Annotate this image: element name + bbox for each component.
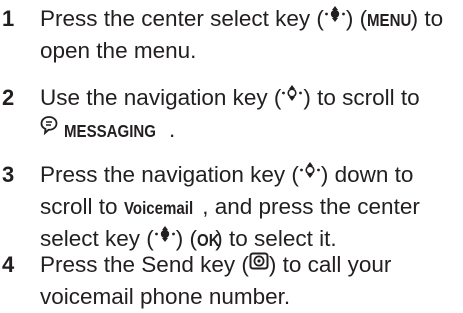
step-line: open the menu. [40, 35, 463, 67]
text-run: ) ( [175, 226, 198, 251]
center-select-key-icon [324, 2, 346, 34]
step-text: Press the navigation key ( ) down to scro… [40, 159, 463, 255]
text-run: scroll to [40, 194, 124, 219]
text-run: select key ( [40, 226, 154, 251]
voicemail-keyword: Voicemail [123, 198, 193, 218]
text-run: voicemail phone number. [40, 284, 291, 309]
step-number: 1 [2, 6, 15, 31]
step-line: voicemail phone number. [40, 281, 463, 313]
text-run: ) to [410, 6, 444, 31]
step-number: 2 [2, 85, 15, 110]
text-run: Press the Send key ( [40, 252, 249, 277]
menu-keyword: MENU [367, 10, 412, 30]
step-line: Press the Send key ( ) to call your [40, 249, 463, 281]
navigation-key-icon [281, 81, 303, 113]
step-text: Press the center select key ( ) (MENU) to… [40, 3, 463, 67]
text-run: ) down to [320, 162, 414, 187]
instruction-steps: 1 Press the center select key () (MENU) … [0, 0, 463, 311]
step-line: Press the center select key ( ) (MENU) to [40, 3, 463, 35]
text-run: . [168, 117, 176, 142]
step-line: scroll to Voicemail , and press the cente… [40, 191, 463, 223]
step-number: 3 [2, 162, 15, 187]
text-run: Press the center select key ( [40, 6, 324, 31]
messaging-menu-icon [40, 112, 58, 144]
text-run: Use the navigation key ( [40, 85, 282, 110]
step-line: Use the navigation key ( ) to scroll to [40, 82, 463, 114]
text-run: open the menu. [40, 38, 197, 63]
text-run: , and press the center [202, 194, 420, 219]
text-run: ) to call your [268, 252, 392, 277]
text-run: ) to select it. [215, 226, 337, 251]
messaging-keyword: MESSAGING [64, 121, 156, 141]
text-run: Press the navigation key ( [40, 162, 299, 187]
step-number: 4 [2, 252, 15, 277]
step-text: Use the navigation key ( ) to scroll to M… [40, 82, 463, 146]
send-key-icon [249, 248, 269, 280]
step-line: MESSAGING. [40, 114, 463, 146]
step-text: Press the Send key ( ) to call your voice… [40, 249, 463, 313]
step-line: Press the navigation key ( ) down to [40, 159, 463, 191]
text-run: ) ( [345, 6, 368, 31]
text-run: ) to scroll to [303, 85, 420, 110]
navigation-key-icon [299, 158, 321, 190]
